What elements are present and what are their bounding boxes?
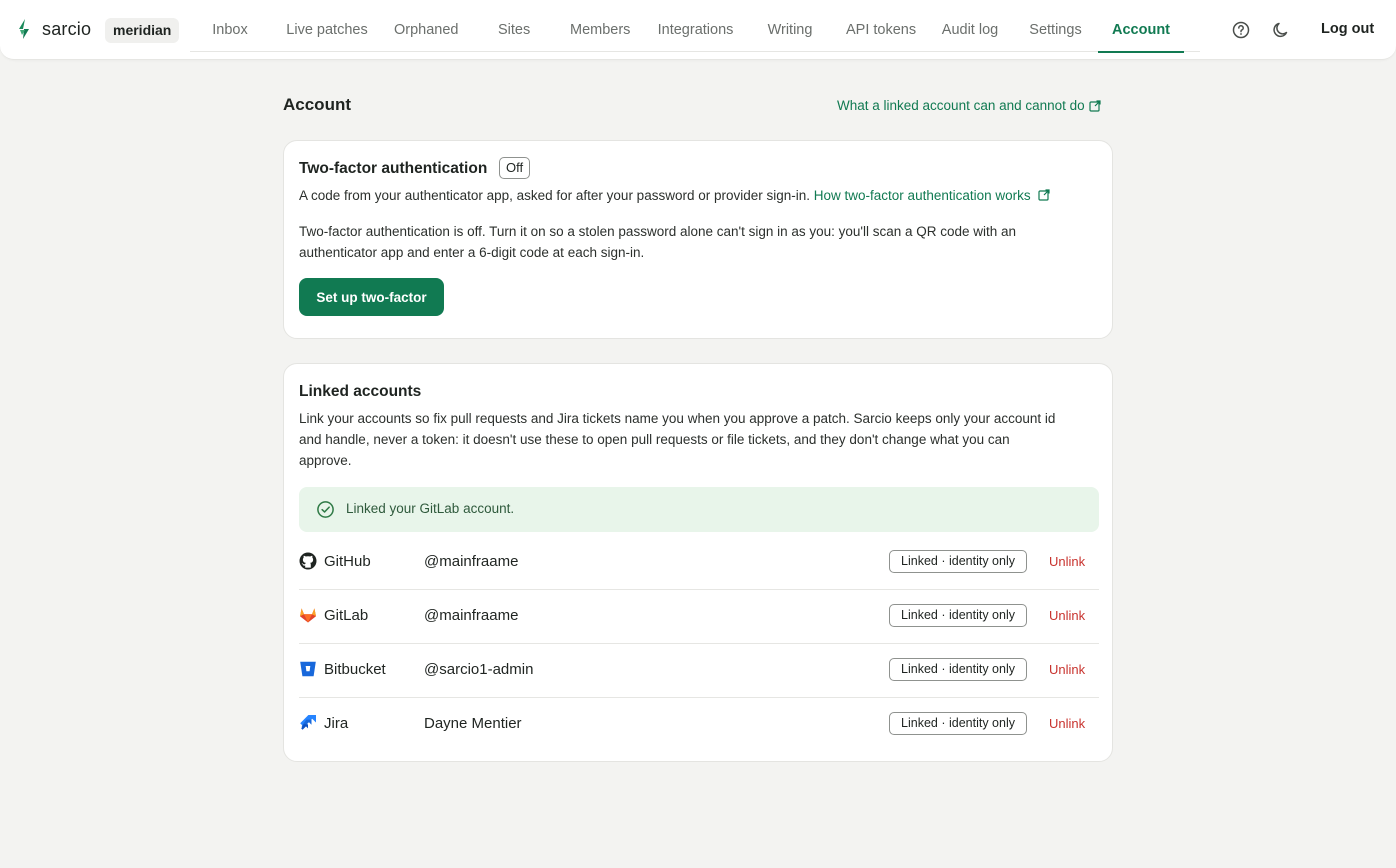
- two-factor-title: Two-factor authentication: [299, 160, 488, 177]
- check-circle-icon: [317, 501, 334, 518]
- linked-accounts-title: Linked accounts: [299, 383, 422, 400]
- provider-name: Bitbucket: [324, 661, 386, 678]
- main-nav: Inbox Live patches Orphaned Sites Member…: [190, 0, 1200, 53]
- two-factor-card: Two-factor authentication Off A code fro…: [283, 140, 1113, 339]
- nav-item-members[interactable]: Members: [570, 0, 630, 52]
- two-factor-body-line-2: authenticator app and enter a 6-digit co…: [299, 245, 645, 260]
- linked-accounts-card: Linked accounts Link your accounts so fi…: [283, 363, 1113, 762]
- external-link-icon: [1089, 99, 1101, 112]
- sarcio-logo-icon: [19, 19, 29, 39]
- nav-item-api-tokens[interactable]: API tokens: [846, 0, 916, 52]
- nav-item-inbox[interactable]: Inbox: [212, 0, 248, 52]
- linked-account-row: Jira Dayne Mentier Linked · identity onl…: [299, 698, 1099, 752]
- two-factor-status-badge: Off: [499, 157, 531, 179]
- unlink-gitlab-button[interactable]: Unlink: [1049, 608, 1085, 623]
- logout-button[interactable]: Log out: [1321, 21, 1374, 37]
- success-alert-text: Linked your GitLab account.: [346, 501, 515, 516]
- unlink-bitbucket-button[interactable]: Unlink: [1049, 662, 1085, 677]
- two-factor-description-text: A code from your authenticator app, aske…: [299, 188, 811, 203]
- unlink-github-button[interactable]: Unlink: [1049, 554, 1085, 569]
- brand-name: sarcio: [42, 18, 92, 39]
- nav-item-live-patches[interactable]: Live patches: [286, 0, 368, 52]
- nav-item-account[interactable]: Account: [1098, 0, 1184, 53]
- nav-item-sites[interactable]: Sites: [498, 0, 530, 52]
- link-status-badge: Linked · identity only: [889, 604, 1027, 627]
- page-title: Account: [283, 95, 351, 114]
- linked-accounts-desc-line-3: approve.: [299, 453, 352, 468]
- account-handle: Dayne Mentier: [424, 715, 522, 732]
- unlink-jira-button[interactable]: Unlink: [1049, 716, 1085, 731]
- linked-account-help-link-label: What a linked account can and cannot do: [837, 98, 1085, 113]
- nav-item-audit-log[interactable]: Audit log: [941, 0, 999, 52]
- nav-item-writing[interactable]: Writing: [767, 0, 813, 52]
- bitbucket-icon: [300, 661, 316, 677]
- link-status-badge: Linked · identity only: [889, 712, 1027, 735]
- brand[interactable]: sarcio: [16, 18, 91, 40]
- provider-name: GitLab: [324, 607, 369, 624]
- link-status-badge: Linked · identity only: [889, 550, 1027, 573]
- two-factor-description: A code from your authenticator app, aske…: [299, 185, 1050, 206]
- workspace-badge[interactable]: meridian: [105, 18, 180, 43]
- setup-two-factor-button[interactable]: Set up two-factor: [299, 278, 444, 316]
- two-factor-learn-link-label: How two-factor authentication works: [813, 188, 1031, 203]
- nav-item-orphaned[interactable]: Orphaned: [394, 0, 459, 52]
- gitlab-icon: [300, 608, 316, 623]
- nav-item-integrations[interactable]: Integrations: [657, 0, 734, 52]
- provider-name: Jira: [324, 715, 349, 732]
- linked-accounts-desc-line-2: and handle, never a token: it doesn't us…: [299, 432, 1010, 447]
- jira-icon: [300, 715, 316, 730]
- top-navigation-bar: sarcio meridian Inbox Live patches Orpha…: [0, 0, 1396, 60]
- linked-account-help-link[interactable]: What a linked account can and cannot do: [837, 98, 1101, 113]
- linked-accounts-desc-line-1: Link your accounts so fix pull requests …: [299, 411, 1056, 426]
- account-handle: @mainfraame: [424, 607, 519, 624]
- two-factor-learn-link[interactable]: How two-factor authentication works: [814, 188, 1051, 203]
- linked-account-row: Bitbucket @sarcio1-admin Linked · identi…: [299, 644, 1099, 698]
- external-link-icon: [1038, 189, 1050, 201]
- two-factor-body-line-1: Two-factor authentication is off. Turn i…: [299, 224, 1017, 239]
- linked-account-row: GitHub @mainfraame Linked · identity onl…: [299, 536, 1099, 590]
- provider-name: GitHub: [324, 553, 371, 570]
- link-status-badge: Linked · identity only: [889, 658, 1027, 681]
- account-handle: @sarcio1-admin: [424, 661, 534, 678]
- github-icon: [299, 552, 317, 570]
- moon-icon[interactable]: [1271, 20, 1291, 40]
- success-alert: Linked your GitLab account.: [299, 487, 1099, 532]
- account-handle: @mainfraame: [424, 553, 519, 570]
- linked-account-row: GitLab @mainfraame Linked · identity onl…: [299, 590, 1099, 644]
- help-circle-icon[interactable]: [1231, 20, 1251, 40]
- nav-item-settings[interactable]: Settings: [1029, 0, 1082, 52]
